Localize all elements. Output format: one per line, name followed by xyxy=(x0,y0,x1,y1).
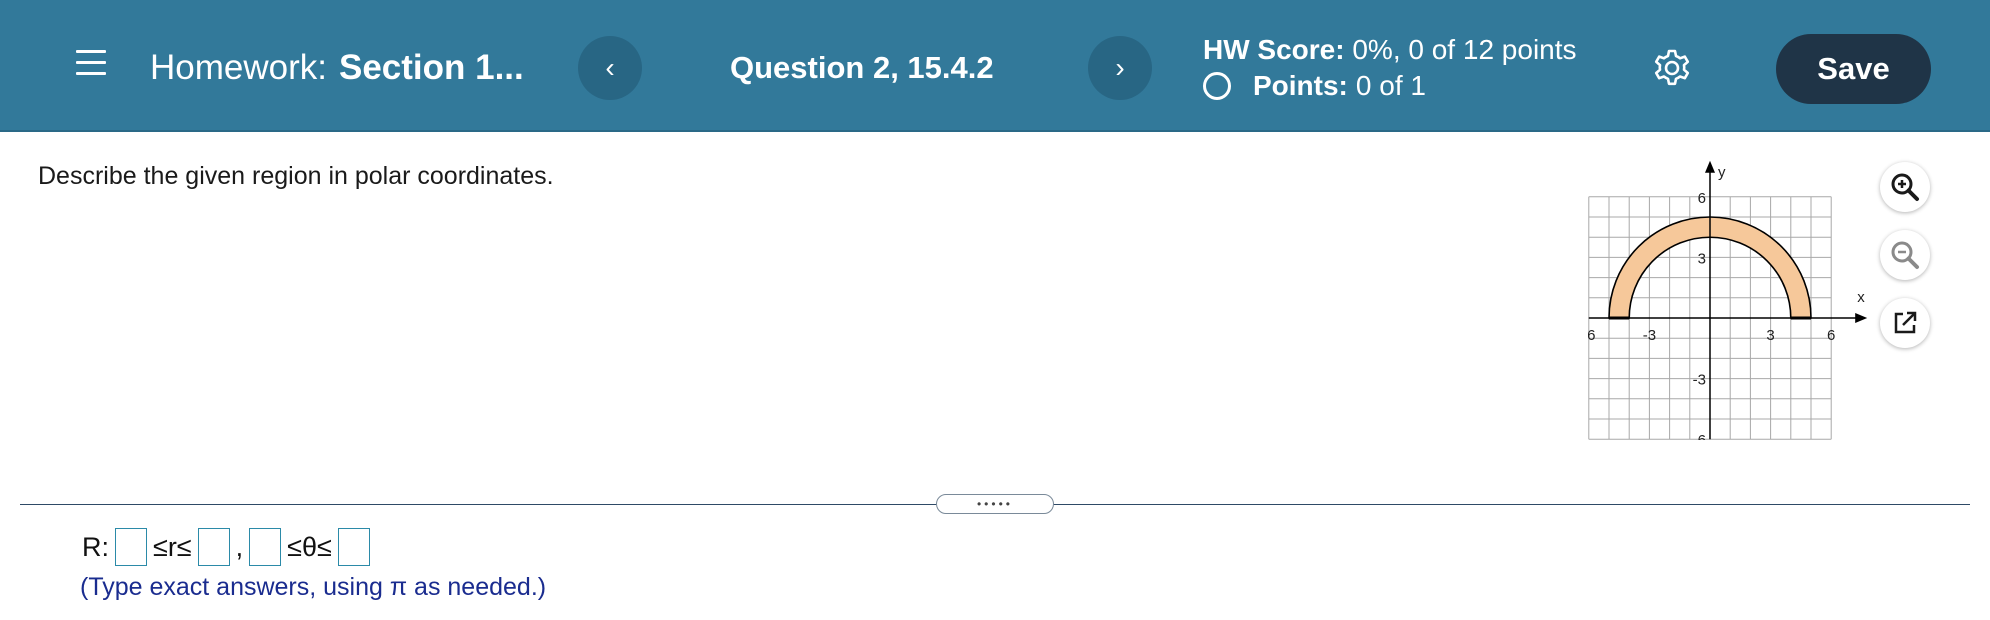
chevron-left-icon: ‹ xyxy=(605,52,615,83)
points: Points: 0 of 1 xyxy=(1203,70,1426,102)
r-inequality: ≤r≤ xyxy=(153,531,192,562)
points-label: Points: xyxy=(1253,70,1348,101)
resize-handle[interactable]: ••••• xyxy=(936,494,1054,514)
y-tick-label: -6 xyxy=(1693,432,1706,440)
menu-icon[interactable] xyxy=(76,50,106,78)
x-tick-label: -6 xyxy=(1588,327,1595,344)
section-title[interactable]: Section 1... xyxy=(339,48,524,87)
x-tick-label: 3 xyxy=(1766,327,1774,344)
hw-score-label: HW Score: xyxy=(1203,34,1345,65)
comma: , xyxy=(235,531,244,562)
popout-button[interactable] xyxy=(1880,298,1930,348)
homework-title: Homework: Section 1... xyxy=(150,48,524,88)
r-lower-input[interactable] xyxy=(115,528,147,566)
question-title: Question 2, 15.4.2 xyxy=(730,50,994,85)
x-axis-label: x xyxy=(1857,289,1865,306)
y-tick-label: 3 xyxy=(1698,250,1706,267)
previous-question-button[interactable]: ‹ xyxy=(578,36,642,100)
answer-row: R: ≤r≤ , ≤θ≤ xyxy=(80,528,374,566)
theta-lower-input[interactable] xyxy=(249,528,282,566)
zoom-out-button[interactable] xyxy=(1880,230,1930,280)
hw-score-value: 0%, 0 of 12 points xyxy=(1352,34,1577,65)
homework-label: Homework: xyxy=(150,48,327,87)
r-upper-input[interactable] xyxy=(197,528,230,566)
zoom-out-icon xyxy=(1891,241,1919,269)
theta-upper-input[interactable] xyxy=(337,528,370,566)
hw-score: HW Score: 0%, 0 of 12 points xyxy=(1203,34,1577,66)
progress-circle-icon xyxy=(1203,72,1231,100)
chevron-right-icon: › xyxy=(1115,52,1125,83)
y-tick-label: 6 xyxy=(1698,190,1706,207)
question-prompt: Describe the given region in polar coord… xyxy=(38,162,554,190)
points-value: 0 of 1 xyxy=(1355,70,1426,101)
popout-icon xyxy=(1894,311,1917,334)
gear-icon[interactable] xyxy=(1652,48,1692,88)
x-tick-label: 6 xyxy=(1827,327,1835,344)
x-tick-label: -3 xyxy=(1643,327,1656,344)
r-label: R: xyxy=(82,531,109,562)
zoom-in-icon xyxy=(1891,173,1919,201)
answer-hint: (Type exact answers, using π as needed.) xyxy=(80,573,547,601)
next-question-button[interactable]: › xyxy=(1088,36,1152,100)
x-axis-arrow-icon xyxy=(1855,313,1868,323)
y-axis-arrow-icon xyxy=(1705,160,1715,173)
y-tick-label: -3 xyxy=(1693,372,1706,389)
save-button[interactable]: Save xyxy=(1776,34,1931,104)
zoom-in-button[interactable] xyxy=(1880,162,1930,212)
top-bar: Homework: Section 1... ‹ Question 2, 15.4… xyxy=(0,0,1990,132)
region-graph: x y -6 -3 3 6 6 3 -3 -6 xyxy=(1588,160,1868,440)
theta-inequality: ≤θ≤ xyxy=(287,531,332,562)
y-axis-label: y xyxy=(1718,164,1726,181)
